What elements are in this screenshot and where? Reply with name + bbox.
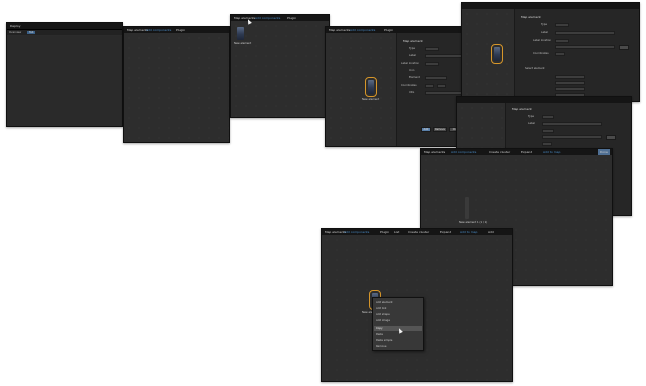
device-label: New element [234,42,252,45]
x-coordinate-input[interactable] [555,52,565,56]
device-icon[interactable] [365,77,377,97]
field-label-location: Label location [401,62,420,65]
x-coordinate-input[interactable] [542,142,552,146]
field-label-element: Element [409,76,420,79]
field-label-type: Type [528,115,534,118]
app-window-4: Map elements Add components Plugin New e… [325,26,465,147]
window-title: Deploy [10,24,21,28]
label-location-select[interactable] [542,129,554,133]
menu-item-paste[interactable]: Paste [376,333,383,336]
menu-item-add-link[interactable]: Add link [376,307,386,310]
map-element-panel: Map element Type Label Label location Ic… [396,33,464,146]
section-title: Select element [525,67,545,70]
menu-item-add-image[interactable]: Add image [376,319,390,322]
type-select[interactable] [542,115,554,119]
app-window-2: Map elements Add components Plugin [123,26,230,143]
device-label: New element 1 (1 / 1) [459,221,488,224]
app-window-8: Map elements Add components Plugin List … [321,228,513,382]
app-window-5: Map element Type Label Label location Co… [461,2,640,102]
map-canvas[interactable] [231,21,329,117]
menu-item-add-element[interactable]: Add element [376,301,393,304]
y-coordinate-input[interactable] [437,84,446,88]
menu-item-add-shape[interactable]: Add shape [376,313,390,316]
remove-button[interactable]: Remove [433,127,447,132]
field-label-url: URL [409,91,415,94]
panel-title: Map element [403,39,423,43]
tab-second[interactable]: Tab [27,31,36,34]
field-label-type: Type [409,47,415,50]
label-input[interactable] [425,54,463,58]
url-input[interactable] [425,91,463,95]
icon-select[interactable] [555,45,615,49]
add-button[interactable]: Add [421,127,431,132]
type-select[interactable] [425,47,439,51]
field-label-location: Label location [533,39,552,42]
host-select[interactable] [555,81,585,85]
label-input[interactable] [555,31,615,35]
context-menu: Add element Add link Add shape Add image… [372,297,424,351]
field-label-coordinates: Coordinates [401,84,417,87]
browse-button[interactable] [619,45,629,50]
label-input[interactable] [542,122,602,126]
app-window-1: Deploy Overview Tab [6,22,123,127]
map-element-panel: Map element Type Label Label location Co… [514,9,639,101]
device-icon[interactable] [237,27,244,40]
label-location-select[interactable] [555,39,569,43]
label-location-select[interactable] [425,62,439,66]
item-select[interactable] [555,87,585,91]
device-icon[interactable] [465,197,469,219]
menu-item-remove[interactable]: Remove [376,345,387,348]
menu-item-paste-simple[interactable]: Paste simple [376,339,392,342]
field-label-label: Label [541,31,548,34]
canvas-empty [7,36,122,126]
tab-strip: Overview Tab [7,30,122,35]
field-label-type: Type [541,23,547,26]
map-canvas[interactable] [124,33,229,142]
x-coordinate-input[interactable] [425,84,434,88]
window-titlebar: Deploy [7,23,122,30]
element-select[interactable] [425,76,447,80]
app-window-3: Map elements Add components Plugin New e… [230,14,330,118]
field-label-label: Label [409,54,416,57]
type-select[interactable] [555,23,569,27]
field-label-coordinates: Coordinates [533,52,549,55]
panel-title: Map element [521,15,541,19]
menu-item-copy[interactable]: Copy [376,327,383,330]
panel-title: Map element [512,107,532,111]
device-label: New element [362,98,380,101]
browse-button[interactable] [606,135,616,140]
device-icon[interactable] [491,44,503,64]
field-label-icon: Icon [409,69,415,72]
icon-select[interactable] [542,135,602,139]
element-select[interactable] [555,75,585,79]
field-label-label: Label [528,122,535,125]
tab-overview[interactable]: Overview [9,30,21,35]
